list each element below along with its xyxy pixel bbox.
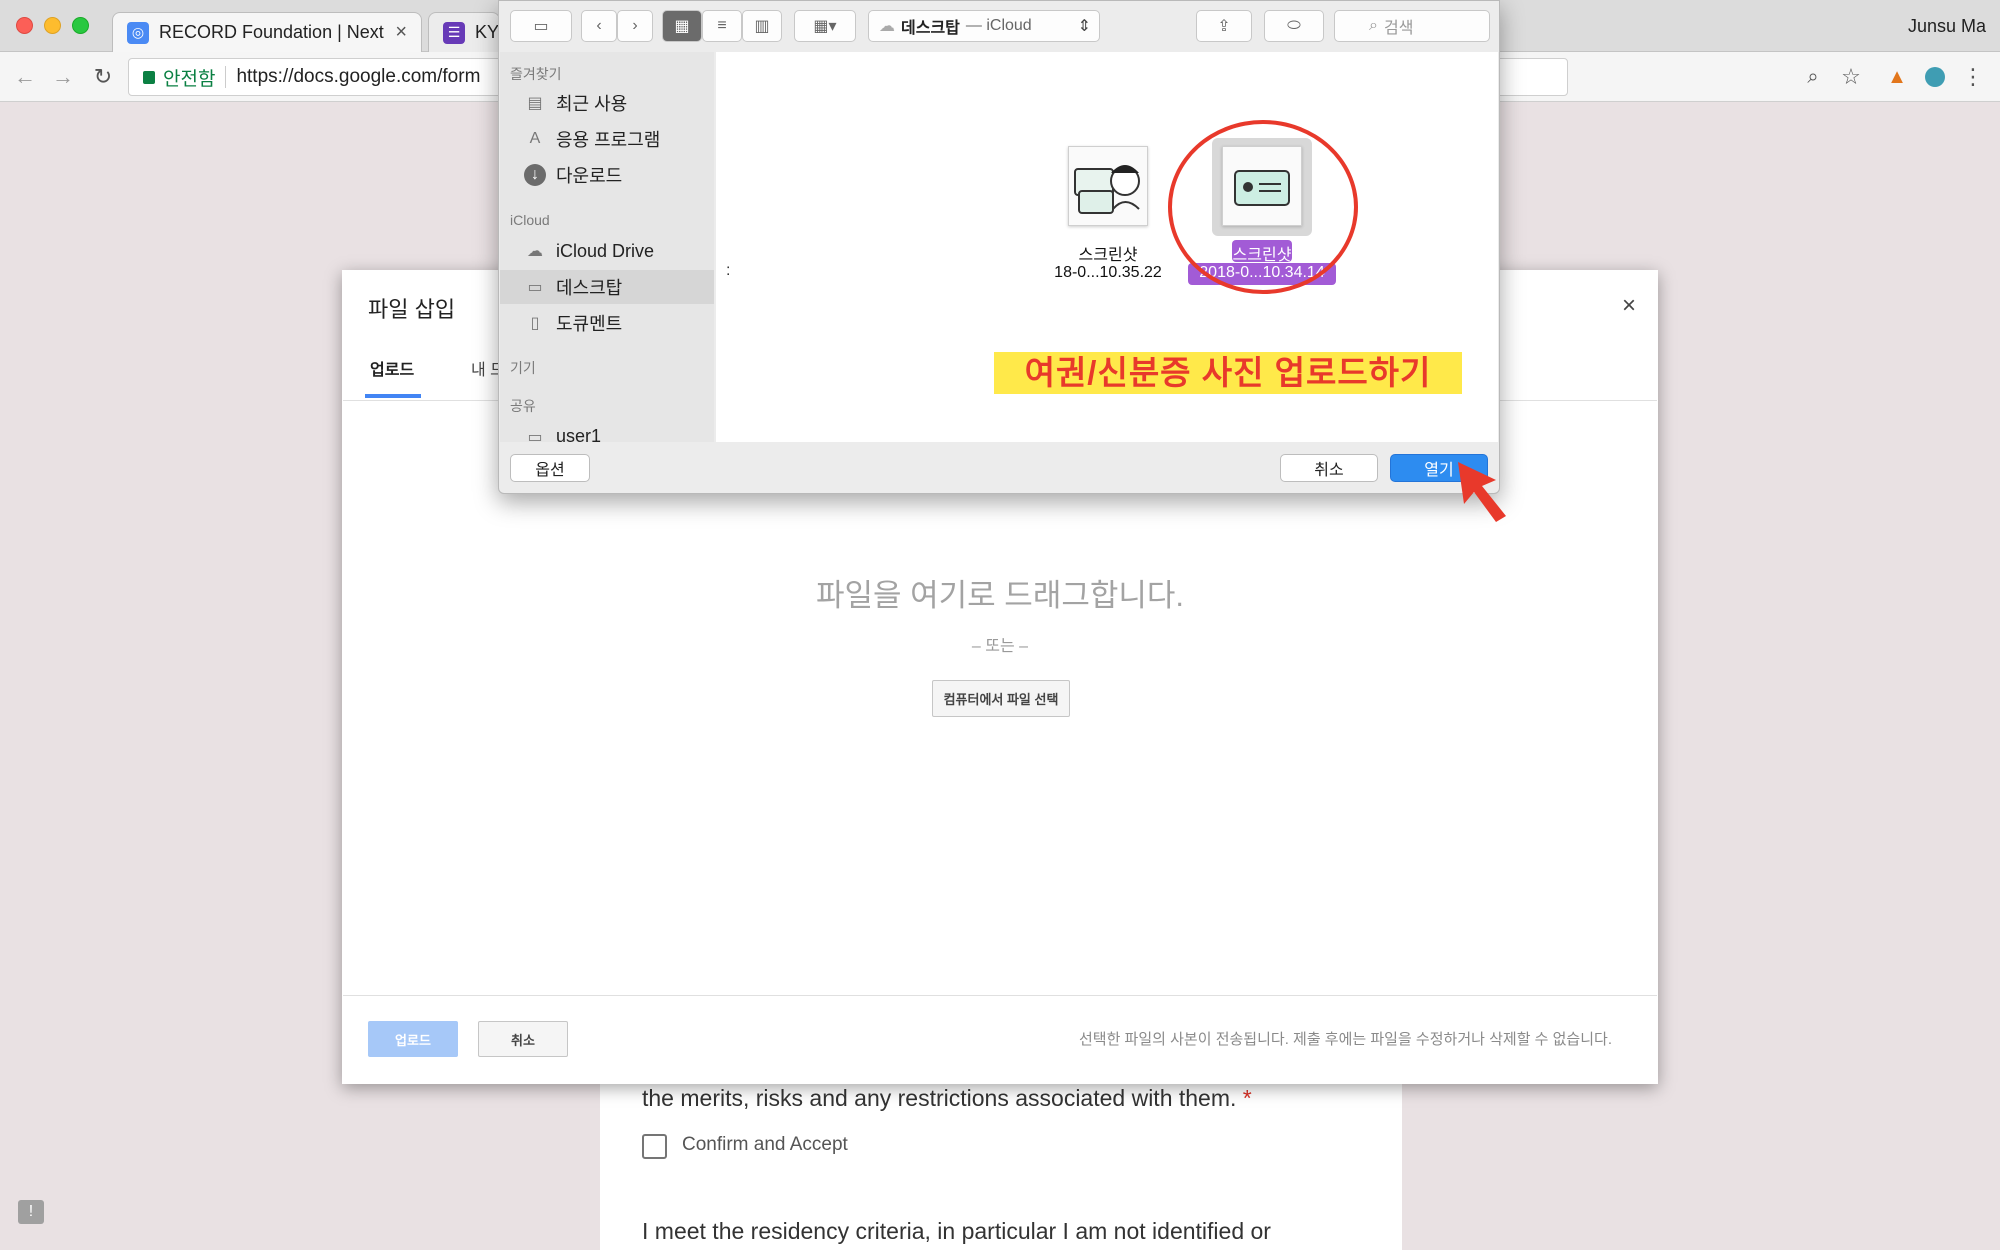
- active-tab-indicator: [365, 394, 421, 398]
- tab-record-foundation[interactable]: ◎ RECORD Foundation | Next ge ×: [112, 12, 422, 52]
- address-divider: [225, 66, 227, 88]
- sidebar-item-label: 다운로드: [556, 166, 623, 186]
- sidebar-item-label: 최근 사용: [556, 94, 628, 114]
- forward-arrow-icon[interactable]: →: [46, 60, 80, 94]
- sidebar-item-label: iCloud Drive: [556, 240, 655, 261]
- upload-button[interactable]: 업로드: [368, 1021, 458, 1057]
- record-favicon-icon: ◎: [127, 21, 149, 44]
- forward-chevron-icon[interactable]: ›: [617, 10, 653, 42]
- file-name-line1[interactable]: 스크린샷: [1020, 241, 1196, 265]
- desktop-icon: ▭: [527, 279, 543, 296]
- tab-title: RECORD Foundation | Next ge: [159, 22, 390, 42]
- document-icon: ▯: [530, 315, 540, 332]
- zoom-window-button[interactable]: [72, 17, 89, 34]
- search-field[interactable]: ⌕ 검색: [1334, 10, 1490, 42]
- stray-colon: :: [726, 262, 731, 279]
- sidebar-item-icloud-drive[interactable]: ☁ iCloud Drive: [500, 234, 714, 268]
- secure-label: 안전함: [163, 68, 216, 90]
- list-view-icon[interactable]: ≡: [702, 10, 742, 42]
- finder-cancel-button[interactable]: 취소: [1280, 454, 1378, 482]
- reload-icon[interactable]: ↻: [86, 60, 120, 94]
- search-placeholder: 검색: [1383, 20, 1414, 37]
- dialog-title: 파일 삽입: [368, 297, 456, 322]
- metamask-extension-icon[interactable]: ▲: [1880, 60, 1914, 94]
- sidebar-toggle-icon[interactable]: ▭: [510, 10, 572, 42]
- sidebar-item-label: 도큐멘트: [556, 314, 623, 334]
- back-arrow-icon[interactable]: ←: [8, 60, 42, 94]
- footer-divider: [343, 995, 1657, 996]
- icon-view-icon[interactable]: ▦: [662, 10, 702, 42]
- location-suffix: — iCloud: [965, 17, 1032, 34]
- question-tail-text: the merits, risks and any restrictions a…: [642, 1085, 1237, 1111]
- question-text: the merits, risks and any restrictions a…: [642, 1085, 1362, 1112]
- file-name-line2[interactable]: 18-0...10.35.22: [1020, 264, 1196, 282]
- bookmark-star-icon[interactable]: ☆: [1834, 60, 1868, 94]
- tab-close-icon[interactable]: ×: [395, 21, 407, 44]
- location-name: 데스크탑: [901, 20, 960, 37]
- recents-icon: ▤: [527, 95, 543, 112]
- profile-name[interactable]: Junsu Ma: [1908, 16, 1986, 37]
- extension-icon[interactable]: [1918, 60, 1952, 94]
- dialog-cancel-button[interactable]: 취소: [478, 1021, 568, 1057]
- close-window-button[interactable]: [16, 17, 33, 34]
- zoom-icon[interactable]: ⌕: [1796, 60, 1830, 94]
- updown-chevron-icon: ⇕: [1077, 18, 1091, 35]
- icloud-header: iCloud: [510, 212, 550, 228]
- menu-kebab-icon[interactable]: ⋮: [1956, 60, 1990, 94]
- sidebar-item-label: 데스크탑: [556, 278, 623, 298]
- forms-favicon-icon: ☰: [443, 21, 465, 44]
- search-icon: ⌕: [1369, 17, 1378, 34]
- question-text-2: I meet the residency criteria, in partic…: [642, 1218, 1271, 1244]
- cartoon-person-icon: [1074, 165, 1140, 214]
- downloads-icon: ↓: [524, 164, 546, 186]
- sidebar-item-applications[interactable]: A 응용 프로그램: [500, 122, 714, 156]
- back-chevron-icon[interactable]: ‹: [581, 10, 617, 42]
- tab-upload[interactable]: 업로드: [370, 356, 414, 380]
- shared-header: 공유: [510, 398, 536, 414]
- applications-icon: A: [529, 130, 541, 147]
- pointer-arrow-icon: [1458, 462, 1506, 522]
- sidebar-item-label: user1: [556, 426, 602, 442]
- cloud-icon: ☁: [879, 18, 895, 35]
- cloud-icon: ☁: [527, 243, 543, 260]
- sidebar-item-label: 응용 프로그램: [556, 130, 661, 150]
- confirm-checkbox[interactable]: [642, 1134, 667, 1159]
- tab-kyc[interactable]: ☰ KYC: [428, 12, 500, 52]
- feedback-icon[interactable]: !: [18, 1200, 44, 1224]
- tag-icon[interactable]: ⬭: [1264, 10, 1324, 42]
- computer-icon: ▭: [527, 429, 543, 442]
- required-mark: *: [1242, 1085, 1252, 1111]
- checkbox-label: Confirm and Accept: [682, 1134, 848, 1155]
- column-view-icon[interactable]: ▥: [742, 10, 782, 42]
- sidebar-item-documents[interactable]: ▯ 도큐멘트: [500, 306, 714, 340]
- location-popup[interactable]: ☁ 데스크탑 — iCloud ⇕: [868, 10, 1100, 42]
- url-text: https://docs.google.com/form: [236, 66, 481, 87]
- arrange-menu-icon[interactable]: ▦▾: [794, 10, 856, 42]
- options-button[interactable]: 옵션: [510, 454, 590, 482]
- share-icon[interactable]: ⇪: [1196, 10, 1252, 42]
- footer-note: 선택한 파일의 사본이 전송됩니다. 제출 후에는 파일을 수정하거나 삭제할 …: [1078, 1031, 1612, 1048]
- annotation-circle: [1168, 120, 1358, 294]
- close-icon[interactable]: ×: [1622, 292, 1636, 320]
- file-thumbnail[interactable]: [1068, 146, 1148, 226]
- sidebar-item-user1[interactable]: ▭ user1: [500, 418, 714, 442]
- choose-file-button[interactable]: 컴퓨터에서 파일 선택: [932, 680, 1070, 717]
- sidebar-item-desktop[interactable]: ▭ 데스크탑: [500, 270, 714, 304]
- minimize-window-button[interactable]: [44, 17, 61, 34]
- annotation-text: 여권/신분증 사진 업로드하기: [1024, 354, 1432, 391]
- tab-title: KYC: [475, 22, 500, 42]
- or-separator: – 또는 –: [971, 638, 1029, 655]
- sidebar-item-recents[interactable]: ▤ 최근 사용: [500, 86, 714, 120]
- sidebar-item-downloads[interactable]: ↓ 다운로드: [500, 158, 714, 192]
- lock-icon: [143, 70, 155, 84]
- favorites-header: 즐겨찾기: [510, 66, 562, 82]
- drag-instruction: 파일을 여기로 드래그합니다.: [815, 578, 1185, 613]
- devices-header: 기기: [510, 360, 536, 376]
